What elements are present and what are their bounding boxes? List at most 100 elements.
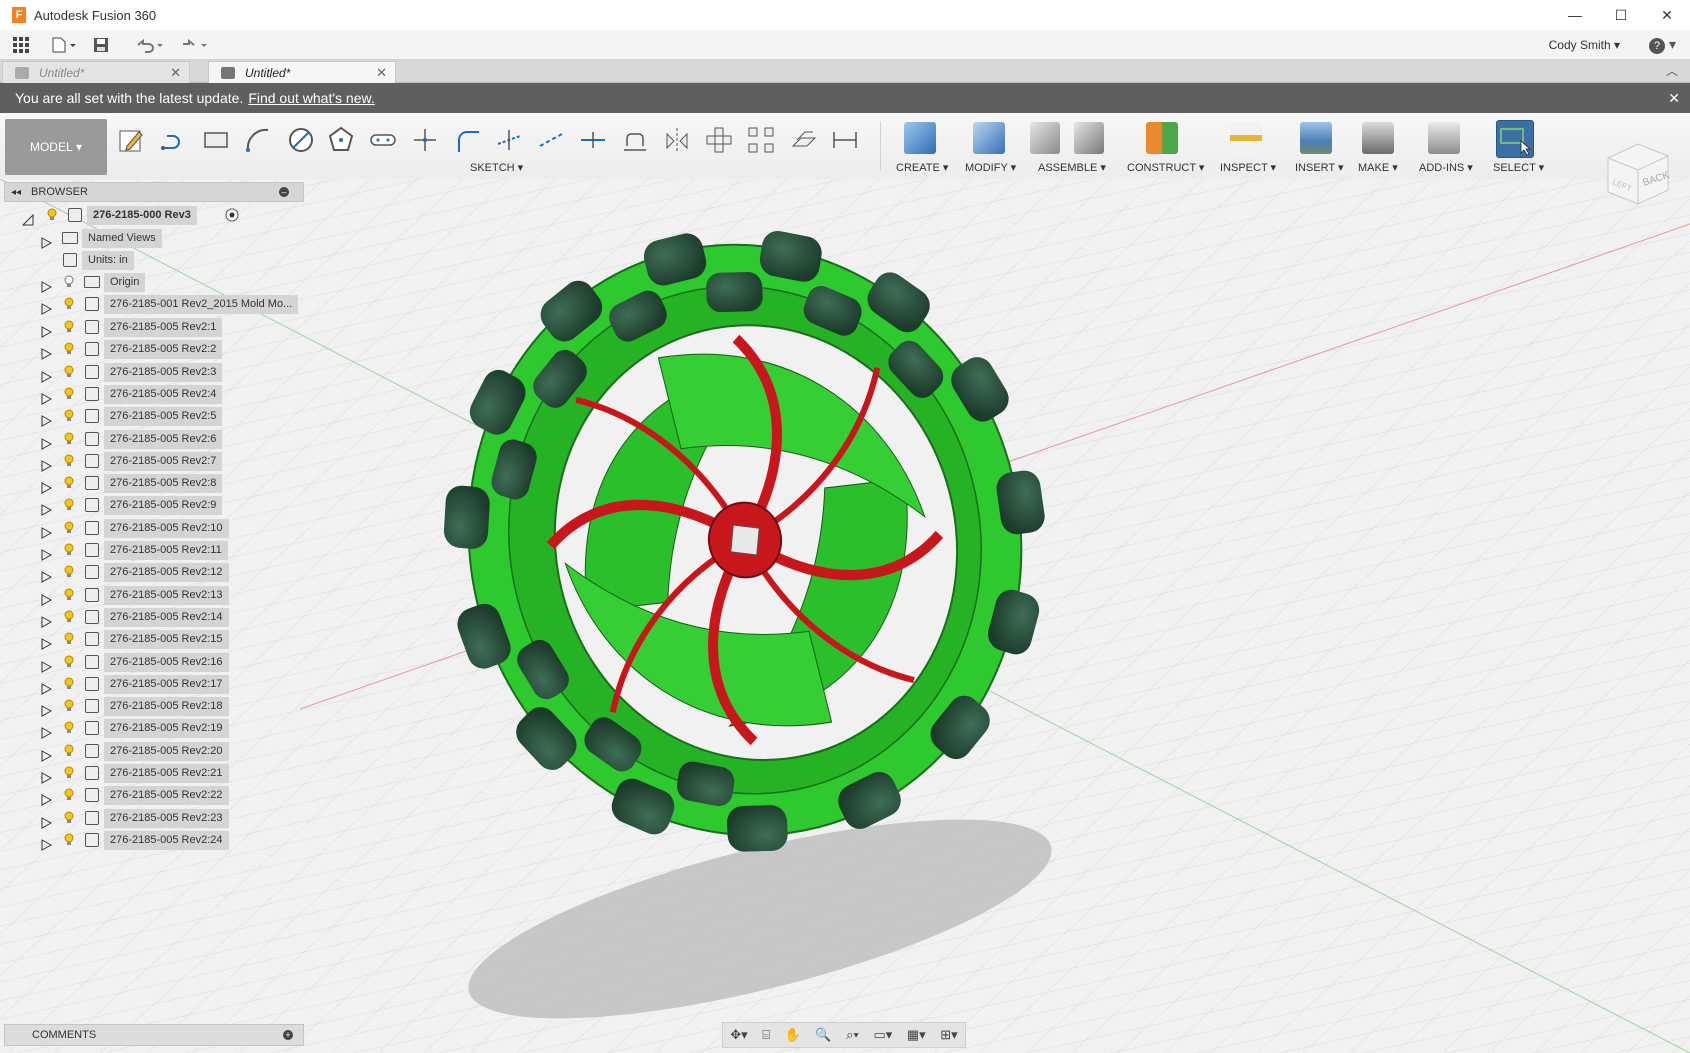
visibility-bulb-icon[interactable] (58, 766, 80, 780)
document-tab-2[interactable]: Untitled* ✕ (208, 61, 396, 83)
circle-tool[interactable] (286, 125, 316, 155)
visibility-bulb-icon[interactable] (58, 365, 80, 379)
visibility-bulb-icon[interactable] (58, 409, 80, 423)
minimize-button[interactable]: — (1552, 0, 1598, 30)
fillet-tool[interactable] (452, 125, 482, 155)
maximize-button[interactable]: ☐ (1598, 0, 1644, 30)
expand-toggle-icon[interactable] (22, 209, 34, 231)
tree-node-component[interactable]: 276-2185-005 Rev2:12 (58, 561, 229, 583)
expand-toggle-icon[interactable] (41, 433, 52, 455)
expand-toggle-icon[interactable] (41, 522, 52, 544)
expand-toggle-icon[interactable] (41, 700, 52, 722)
expand-toggle-icon[interactable] (41, 834, 52, 856)
visibility-bulb-icon[interactable] (58, 476, 80, 490)
visibility-bulb-icon[interactable] (58, 432, 80, 446)
select-group-menu[interactable]: SELECT ▾ (1493, 161, 1544, 174)
tree-node-component[interactable]: 276-2185-005 Rev2:9 (58, 494, 223, 516)
expand-toggle-icon[interactable] (41, 232, 52, 254)
visibility-bulb-icon[interactable] (58, 788, 80, 802)
close-notification-icon[interactable]: ✕ (1668, 90, 1680, 107)
tree-node-mold[interactable]: 276-2185-001 Rev2_2015 Mold Mo... (58, 293, 299, 315)
create-extrude-icon[interactable] (904, 122, 936, 154)
visibility-bulb-icon[interactable] (58, 565, 80, 579)
tree-node-component[interactable]: 276-2185-005 Rev2:23 (58, 807, 229, 829)
visibility-bulb-icon[interactable] (58, 342, 80, 356)
undo-button[interactable] (128, 30, 172, 60)
visibility-bulb-icon[interactable] (58, 811, 80, 825)
visibility-bulb-icon[interactable] (58, 387, 80, 401)
tree-root-node[interactable]: 276-2185-000 Rev3 (41, 204, 197, 226)
visibility-bulb-icon[interactable] (58, 744, 80, 758)
tree-node-component[interactable]: 276-2185-005 Rev2:21 (58, 762, 229, 784)
visibility-bulb-icon[interactable] (58, 297, 80, 311)
trim-tool[interactable] (494, 125, 524, 155)
grid-settings-icon[interactable]: ▦▾ (907, 1027, 926, 1043)
comments-panel[interactable]: COMMENTS + (4, 1024, 304, 1046)
tree-node-component[interactable]: 276-2185-005 Rev2:8 (58, 472, 223, 494)
document-tab-1[interactable]: Untitled* ✕ (2, 61, 190, 83)
expand-toggle-icon[interactable] (41, 455, 52, 477)
display-settings-icon[interactable]: ▭▾ (873, 1027, 892, 1043)
rectangle-tool[interactable] (201, 125, 231, 155)
close-tab-icon[interactable]: ✕ (170, 65, 181, 81)
tree-node-component[interactable]: 276-2185-005 Rev2:2 (58, 338, 223, 360)
fit-icon[interactable]: ⌕▾ (846, 1027, 859, 1043)
expand-toggle-icon[interactable] (41, 589, 52, 611)
circular-pattern-tool[interactable] (704, 125, 734, 155)
expand-toggle-icon[interactable] (41, 499, 52, 521)
tree-node-component[interactable]: 276-2185-005 Rev2:20 (58, 740, 229, 762)
spline-tool[interactable] (243, 125, 273, 155)
expand-toggle-icon[interactable] (41, 544, 52, 566)
expand-toggle-icon[interactable] (41, 789, 52, 811)
minimize-panel-icon[interactable]: – (279, 187, 289, 197)
expand-toggle-icon[interactable] (41, 745, 52, 767)
tree-node-component[interactable]: 276-2185-005 Rev2:11 (58, 539, 228, 561)
tree-node-component[interactable]: 276-2185-005 Rev2:1 (58, 316, 223, 338)
visibility-bulb-icon[interactable] (58, 677, 80, 691)
tree-node-component[interactable]: 276-2185-005 Rev2:4 (58, 383, 223, 405)
file-menu-button[interactable] (42, 30, 86, 60)
orbit-icon[interactable]: ✥▾ (730, 1027, 747, 1043)
expand-toggle-icon[interactable] (41, 276, 52, 298)
tree-node-component[interactable]: 276-2185-005 Rev2:3 (58, 361, 223, 383)
close-tab-icon[interactable]: ✕ (376, 65, 387, 81)
new-component-icon[interactable] (1030, 122, 1060, 154)
rectangular-pattern-tool[interactable] (746, 125, 776, 155)
scripts-addins-icon[interactable] (1428, 122, 1460, 154)
create-group-menu[interactable]: CREATE ▾ (896, 161, 948, 174)
expand-toggle-icon[interactable] (41, 410, 52, 432)
sketch-dimension-tool[interactable] (830, 125, 860, 155)
tree-node-component[interactable]: 276-2185-005 Rev2:5 (58, 405, 223, 427)
assemble-group-menu[interactable]: ASSEMBLE ▾ (1038, 161, 1106, 174)
visibility-bulb-icon[interactable] (41, 208, 63, 222)
make-group-menu[interactable]: MAKE ▾ (1358, 161, 1398, 174)
visibility-bulb-icon[interactable] (58, 320, 80, 334)
tree-node-units[interactable]: Units: in (58, 249, 134, 271)
expand-toggle-icon[interactable] (41, 633, 52, 655)
whats-new-link[interactable]: Find out what's new. (248, 90, 374, 106)
expand-toggle-icon[interactable] (41, 678, 52, 700)
expand-toggle-icon[interactable] (41, 298, 52, 320)
tree-node-component[interactable]: 276-2185-005 Rev2:13 (58, 584, 229, 606)
save-button[interactable] (86, 30, 116, 60)
joint-icon[interactable] (1074, 122, 1104, 154)
tree-node-component[interactable]: 276-2185-005 Rev2:17 (58, 673, 229, 695)
addins-group-menu[interactable]: ADD-INS ▾ (1419, 161, 1473, 174)
mirror-tool[interactable] (662, 125, 692, 155)
visibility-bulb-icon[interactable] (58, 655, 80, 669)
project-tool[interactable] (788, 125, 818, 155)
redo-button[interactable] (172, 30, 216, 60)
tree-node-origin[interactable]: Origin (58, 271, 146, 293)
slot-tool[interactable] (368, 125, 398, 155)
tree-node-component[interactable]: 276-2185-005 Rev2:15 (58, 628, 229, 650)
measure-icon[interactable] (1230, 122, 1262, 154)
visibility-bulb-icon[interactable] (58, 632, 80, 646)
modify-group-menu[interactable]: MODIFY ▾ (965, 161, 1016, 174)
inspect-group-menu[interactable]: INSPECT ▾ (1220, 161, 1276, 174)
visibility-bulb-icon[interactable] (58, 275, 80, 289)
tree-node-component[interactable]: 276-2185-005 Rev2:14 (58, 606, 229, 628)
visibility-bulb-icon[interactable] (58, 610, 80, 624)
expand-toggle-icon[interactable] (41, 656, 52, 678)
tree-node-component[interactable]: 276-2185-005 Rev2:18 (58, 695, 229, 717)
visibility-bulb-icon[interactable] (58, 498, 80, 512)
